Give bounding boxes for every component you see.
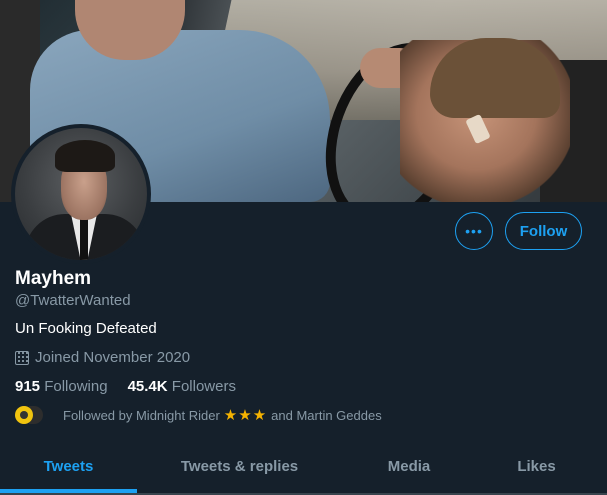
followed-by-suffix: and Martin Geddes [271, 407, 382, 423]
following-count: 915 [15, 378, 41, 395]
following-link[interactable]: 915 Following [15, 378, 108, 395]
profile-bio: Un Fooking Defeated [15, 320, 157, 337]
more-options-button[interactable]: ••• [455, 212, 493, 250]
more-icon: ••• [465, 223, 483, 239]
profile-avatar[interactable] [11, 124, 151, 264]
star-icon: ★★★ [223, 407, 268, 424]
avatar-hair [55, 140, 115, 172]
profile-tabs: Tweets Tweets & replies Media Likes [0, 440, 607, 495]
tab-tweets-replies[interactable]: Tweets & replies [137, 440, 342, 492]
follower-avatar-icon [15, 406, 33, 424]
tab-likes[interactable]: Likes [476, 440, 597, 492]
avatar-tie [80, 218, 88, 260]
tab-media[interactable]: Media [342, 440, 476, 492]
follow-stats: 915 Following 45.4K Followers [15, 378, 236, 395]
following-label: Following [44, 378, 108, 395]
profile-name: Mayhem [15, 268, 92, 289]
follow-button[interactable]: Follow [505, 212, 582, 250]
followers-label: Followers [171, 378, 236, 395]
joined-date: Joined November 2020 [15, 349, 190, 366]
joined-text: Joined November 2020 [35, 349, 191, 366]
tab-tweets[interactable]: Tweets [0, 440, 137, 492]
followers-count: 45.4K [127, 378, 168, 395]
calendar-icon [15, 350, 29, 365]
followers-link[interactable]: 45.4K Followers [128, 378, 236, 395]
followed-by[interactable]: Followed by Midnight Rider ★★★ and Marti… [15, 406, 382, 424]
profile-handle: @TwatterWanted [15, 292, 131, 309]
followed-by-prefix: Followed by Midnight Rider [63, 407, 220, 423]
